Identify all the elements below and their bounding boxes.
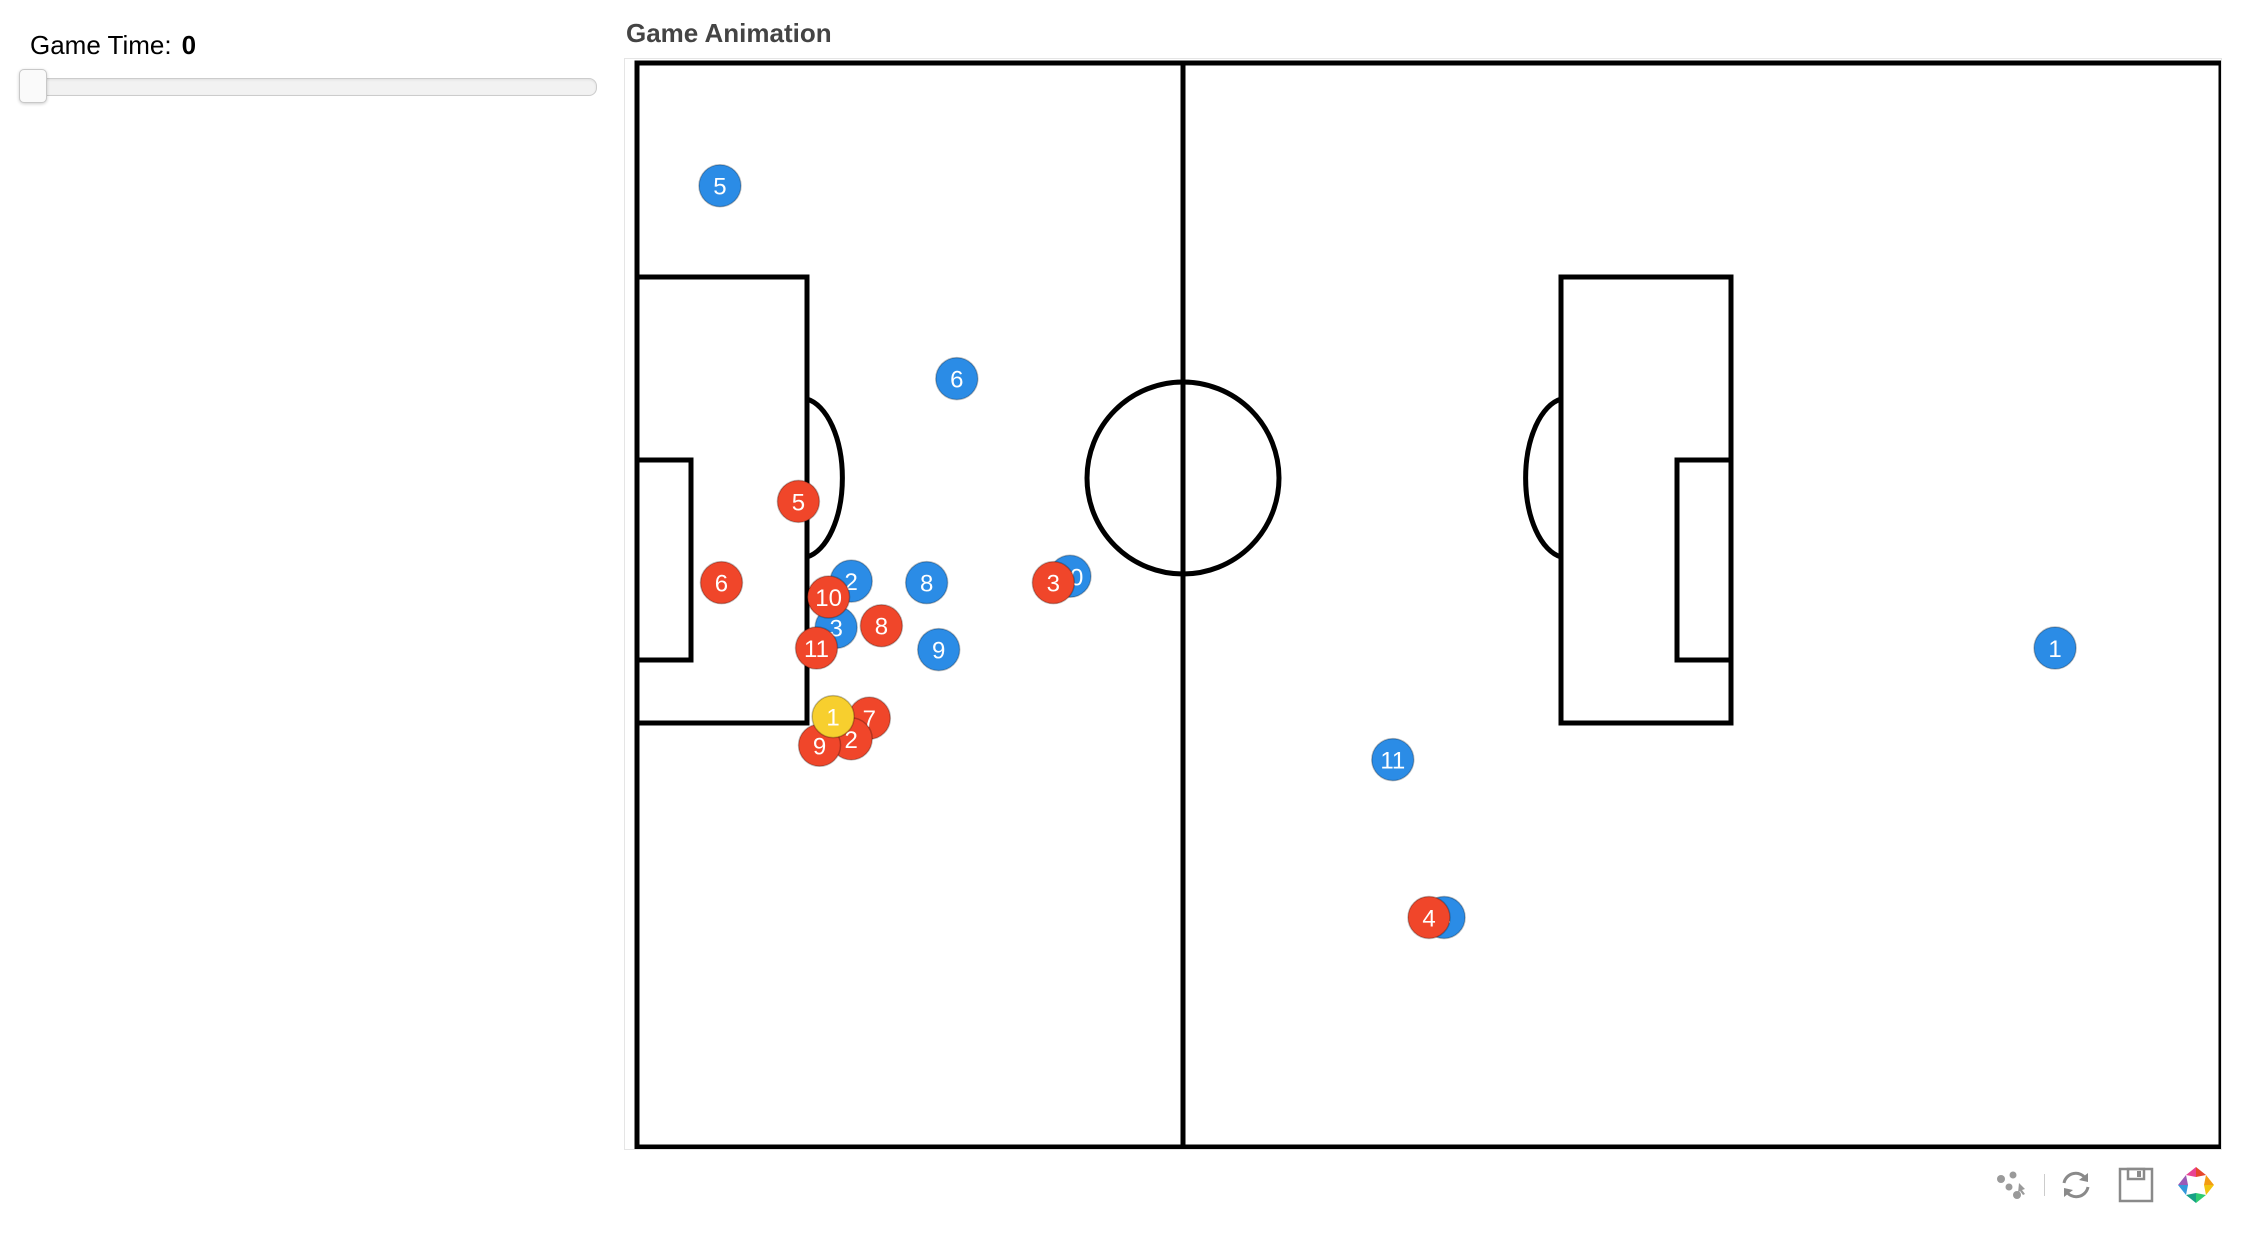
bokeh-logo-icon bbox=[2178, 1167, 2214, 1203]
game-time-control: Game Time: 0 bbox=[19, 30, 600, 103]
right-penalty-area bbox=[1558, 274, 1734, 726]
save-tool-button[interactable] bbox=[2113, 1162, 2159, 1208]
left-penalty-arc bbox=[806, 396, 845, 560]
app-root: Game Time: 0 Game Animation 562839101141… bbox=[0, 0, 2246, 1246]
player-red-5-label: 5 bbox=[792, 489, 805, 516]
player-blue-9: 9 bbox=[916, 627, 961, 672]
player-blue-1: 1 bbox=[2033, 626, 2077, 670]
ball-marker-label: 1 bbox=[826, 705, 839, 732]
player-red-10-label: 10 bbox=[815, 585, 842, 612]
reset-icon bbox=[2062, 1171, 2090, 1199]
player-blue-1-label: 1 bbox=[2048, 636, 2061, 663]
left-goal-area bbox=[634, 457, 694, 663]
ball-marker: 1 bbox=[811, 694, 855, 739]
slider-title: Game Time: 0 bbox=[30, 30, 600, 61]
player-red-8: 8 bbox=[859, 603, 904, 648]
player-red-10: 10 bbox=[806, 575, 851, 619]
player-blue-8: 8 bbox=[904, 560, 949, 605]
player-blue-5-label: 5 bbox=[713, 174, 726, 201]
player-red-11: 11 bbox=[794, 626, 839, 670]
player-red-4-label: 4 bbox=[1422, 905, 1435, 932]
player-blue-11: 11 bbox=[1371, 737, 1415, 782]
pan-tool-button[interactable] bbox=[1990, 1162, 2036, 1208]
player-red-8-label: 8 bbox=[875, 614, 888, 641]
player-red-6: 6 bbox=[699, 560, 744, 605]
player-red-4: 4 bbox=[1407, 895, 1451, 940]
save-icon bbox=[2118, 1167, 2154, 1203]
player-blue-9-label: 9 bbox=[932, 638, 945, 665]
toolbar-separator bbox=[2044, 1174, 2045, 1196]
pitch-plot[interactable]: 5628391011415610811372941 bbox=[624, 58, 2222, 1150]
player-red-5: 5 bbox=[776, 479, 821, 524]
bokeh-logo-button[interactable] bbox=[2173, 1162, 2219, 1208]
player-blue-5: 5 bbox=[698, 163, 742, 208]
slider-handle[interactable] bbox=[19, 69, 47, 103]
pitch-canvas[interactable]: 5628391011415610811372941 bbox=[625, 59, 2222, 1150]
markers-layer: 5628391011415610811372941 bbox=[698, 163, 2077, 940]
player-red-3: 3 bbox=[1031, 560, 1076, 605]
pan-icon bbox=[1997, 1171, 2025, 1199]
player-blue-11-label: 11 bbox=[1380, 748, 1405, 775]
plot-toolbar bbox=[1990, 1160, 2222, 1210]
pitch-lines bbox=[634, 60, 2221, 1149]
player-red-9-label: 9 bbox=[813, 733, 826, 760]
reset-tool-button[interactable] bbox=[2053, 1162, 2099, 1208]
player-red-11-label: 11 bbox=[804, 636, 829, 663]
game-time-slider[interactable] bbox=[19, 69, 597, 103]
pitch-boundary bbox=[634, 60, 2221, 1149]
player-blue-8-label: 8 bbox=[920, 571, 933, 598]
right-penalty-arc bbox=[1523, 396, 1562, 560]
right-goal-area bbox=[1674, 457, 1734, 663]
player-blue-6: 6 bbox=[935, 356, 979, 401]
slider-value: 0 bbox=[181, 30, 197, 60]
player-blue-6-label: 6 bbox=[950, 367, 963, 394]
slider-title-label: Game Time: bbox=[30, 30, 172, 60]
player-red-6-label: 6 bbox=[715, 571, 728, 598]
plot-title: Game Animation bbox=[626, 18, 832, 48]
player-red-3-label: 3 bbox=[1047, 571, 1060, 598]
